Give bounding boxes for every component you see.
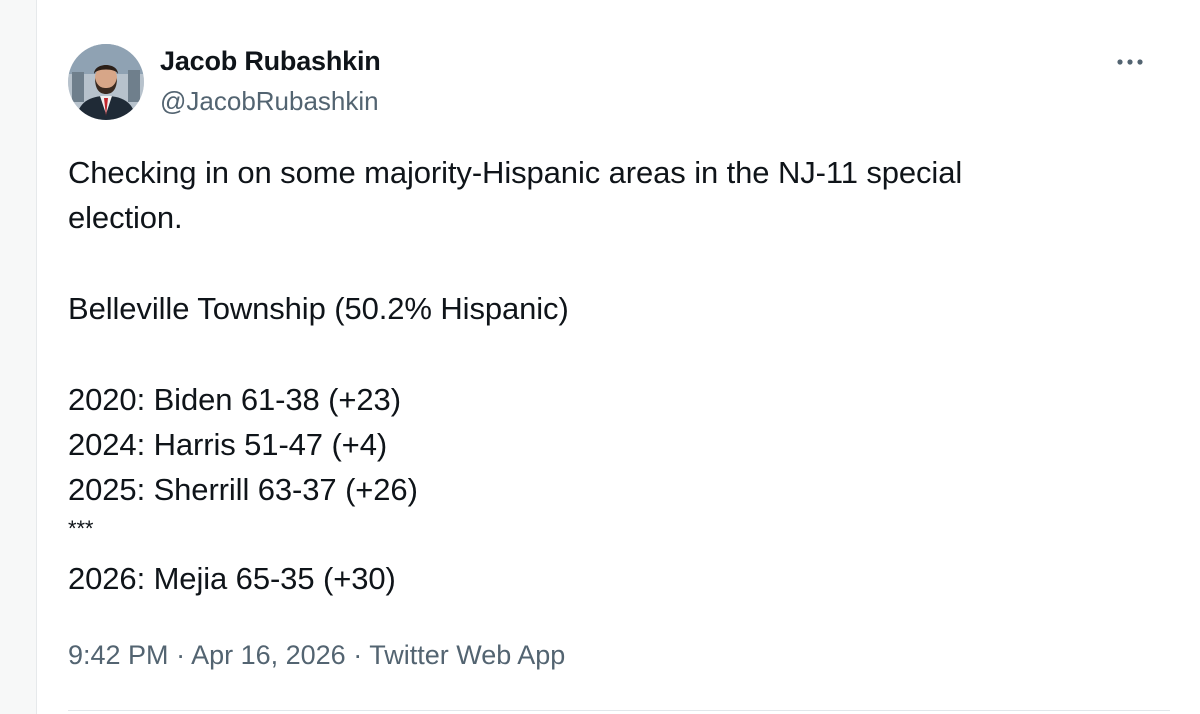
meta-separator: · (345, 640, 370, 670)
more-horizontal-icon (1117, 59, 1143, 65)
more-options-button[interactable] (1114, 50, 1146, 74)
tweet-date[interactable]: Apr 16, 2026 (191, 640, 346, 670)
tweet-meta: 9:42 PM · Apr 16, 2026 · Twitter Web App (68, 640, 565, 671)
avatar[interactable] (68, 44, 144, 120)
tweet-source: Twitter Web App (369, 640, 566, 670)
tweet-place: Belleville Township (50.2% Hispanic) (68, 291, 569, 326)
tweet-intro: Checking in on some majority-Hispanic ar… (68, 155, 963, 190)
author-name[interactable]: Jacob Rubashkin (160, 46, 381, 77)
divider (68, 710, 1170, 711)
author-handle[interactable]: @JacobRubashkin (160, 86, 379, 117)
tweet-card: Jacob Rubashkin @JacobRubashkin Checking… (36, 0, 1200, 714)
meta-separator: · (168, 640, 192, 670)
separator: *** (68, 516, 94, 541)
profile-photo-icon (68, 44, 144, 120)
tweet-time[interactable]: 9:42 PM (68, 640, 169, 670)
result-line: 2024: Harris 51-47 (+4) (68, 427, 388, 462)
tweet-intro-cont: election. (68, 200, 183, 235)
tweet-text: Checking in on some majority-Hispanic ar… (68, 150, 1148, 601)
result-line-latest: 2026: Mejia 65-35 (+30) (68, 561, 396, 596)
result-line: 2025: Sherrill 63-37 (+26) (68, 472, 418, 507)
result-line: 2020: Biden 61-38 (+23) (68, 382, 401, 417)
